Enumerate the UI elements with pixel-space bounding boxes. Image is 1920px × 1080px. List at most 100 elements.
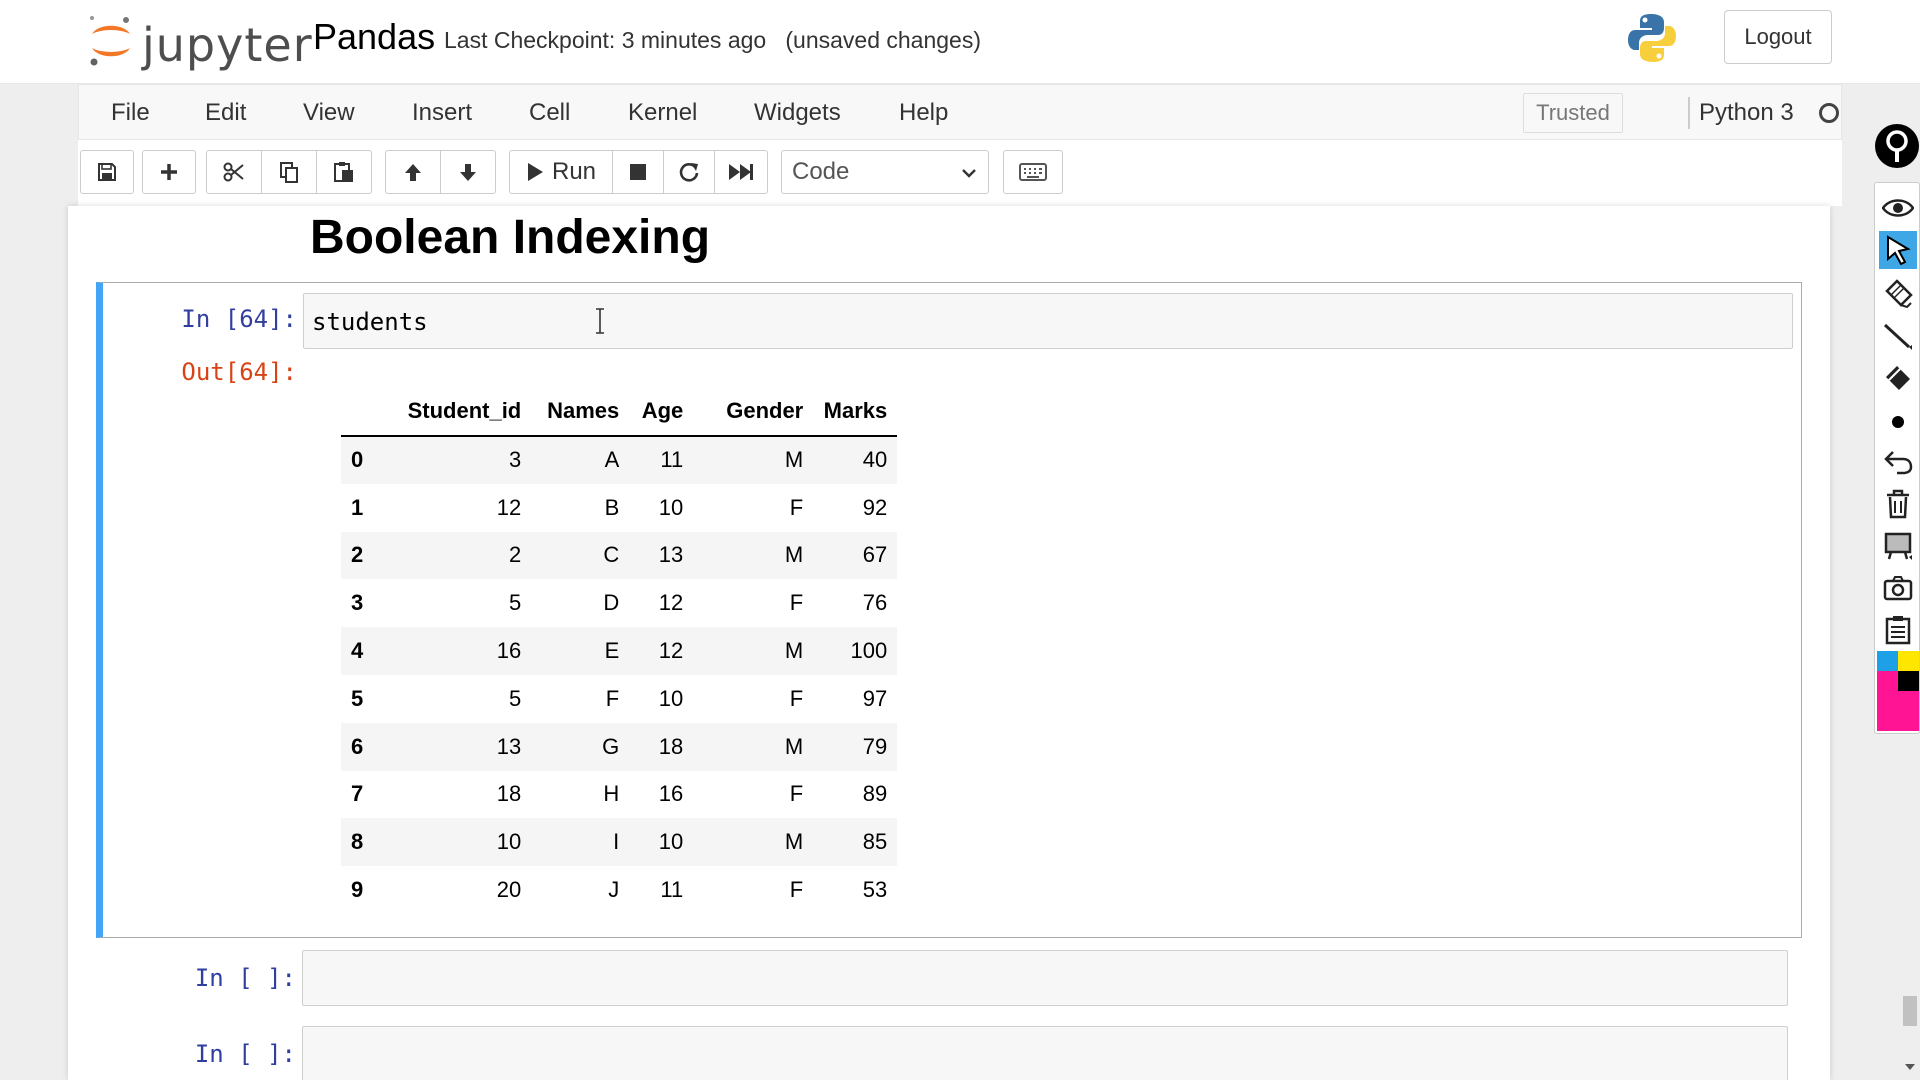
menu-insert[interactable]: Insert — [412, 99, 472, 127]
restart-kernel-button[interactable] — [663, 150, 715, 194]
code-input[interactable] — [302, 950, 1788, 1006]
row-index: 6 — [351, 733, 364, 759]
fast-forward-icon — [729, 164, 753, 180]
code-input[interactable]: students — [303, 293, 1793, 349]
copy-icon — [280, 162, 298, 183]
table-cell: 11 — [660, 877, 684, 903]
save-icon — [98, 163, 116, 181]
insert-cell-button[interactable] — [142, 150, 196, 194]
page-scrollbar[interactable] — [1900, 206, 1920, 1080]
menu-widgets[interactable]: Widgets — [754, 99, 841, 127]
checkpoint-status: Last Checkpoint: 3 minutes ago (unsaved … — [444, 27, 981, 54]
column-header: Marks — [813, 386, 898, 437]
column-header: Age — [629, 386, 694, 437]
code-text: students — [312, 308, 428, 336]
table-cell: C — [603, 542, 620, 568]
move-down-button[interactable] — [440, 150, 496, 194]
run-button[interactable]: Run — [509, 150, 613, 194]
copy-button[interactable] — [261, 150, 317, 194]
table-cell: A — [604, 447, 620, 473]
cell-type-select[interactable]: Code — [781, 150, 989, 194]
menubar: File Edit View Insert Cell Kernel Widget… — [78, 84, 1842, 140]
row-index: 7 — [351, 781, 364, 807]
table-cell: I — [613, 829, 620, 855]
cut-button[interactable] — [206, 150, 262, 194]
table-cell: 40 — [862, 447, 888, 473]
table-cell: F — [789, 877, 804, 903]
kernel-idle-indicator — [1819, 103, 1839, 123]
scroll-down-icon[interactable] — [1904, 1062, 1916, 1072]
marker-pin-icon — [1875, 124, 1919, 168]
row-index: 1 — [351, 494, 364, 520]
command-palette-button[interactable] — [1003, 150, 1063, 194]
table-row: 0 3 A 11 M 40 — [341, 436, 898, 484]
jupyter-logo-icon — [90, 16, 130, 66]
logout-button[interactable]: Logout — [1724, 10, 1832, 64]
table-cell: 11 — [660, 447, 684, 473]
notebook-name[interactable]: Pandas — [313, 16, 435, 58]
restart-icon — [679, 163, 699, 182]
table-cell: 2 — [509, 542, 522, 568]
save-button[interactable] — [80, 150, 134, 194]
scrollbar-thumb[interactable] — [1903, 996, 1917, 1026]
column-header: Names — [531, 386, 630, 437]
input-prompt: In [ ]: — [194, 964, 296, 992]
menu-help[interactable]: Help — [899, 99, 948, 127]
table-cell: 16 — [496, 638, 522, 664]
jupyter-logo[interactable]: jupyter — [86, 12, 312, 72]
kernel-separator — [1688, 97, 1690, 129]
dataframe-table: Student_id Names Age Gender Marks 0 3 A 11 M… — [341, 386, 898, 914]
table-cell: F — [789, 781, 804, 807]
header: jupyter Pandas Last Checkpoint: 3 minute… — [0, 0, 1920, 84]
table-cell: 12 — [658, 638, 684, 664]
row-index: 9 — [351, 877, 364, 903]
python-logo-icon — [1624, 10, 1680, 66]
input-prompt: In [ ]: — [194, 1040, 296, 1068]
scissors-icon — [223, 162, 244, 182]
table-cell: 76 — [862, 590, 888, 616]
table-cell: 10 — [658, 685, 684, 711]
table-cell: 5 — [509, 685, 522, 711]
table-cell: F — [789, 590, 804, 616]
restart-run-all-button[interactable] — [714, 150, 768, 194]
table-cell: 10 — [658, 829, 684, 855]
plus-icon — [161, 164, 177, 180]
stop-icon — [630, 164, 646, 180]
menu-cell[interactable]: Cell — [529, 99, 570, 127]
table-cell: F — [789, 685, 804, 711]
paste-button[interactable] — [316, 150, 372, 194]
table-cell: 97 — [862, 685, 888, 711]
menu-edit[interactable]: Edit — [205, 99, 246, 127]
table-row: 4 16 E 12 M 100 — [341, 627, 898, 675]
cell-type-value: Code — [792, 158, 850, 185]
table-cell: 13 — [496, 733, 522, 759]
interrupt-button[interactable] — [612, 150, 664, 194]
kernel-name[interactable]: Python 3 — [1699, 99, 1794, 127]
table-cell: M — [784, 638, 804, 664]
markdown-heading[interactable]: Boolean Indexing — [310, 210, 710, 265]
code-input[interactable] — [302, 1026, 1788, 1080]
table-cell: J — [608, 877, 620, 903]
table-cell: 12 — [658, 590, 684, 616]
toolbar: Run Code — [78, 140, 1842, 206]
menu-file[interactable]: File — [111, 99, 150, 127]
move-up-button[interactable] — [385, 150, 441, 194]
trusted-indicator[interactable]: Trusted — [1523, 93, 1623, 133]
code-cell-empty[interactable]: In [ ]: — [96, 950, 1802, 1010]
menu-view[interactable]: View — [303, 99, 355, 127]
code-cell-selected[interactable]: In [64]: students Out[64]: Student_id Na… — [96, 282, 1802, 938]
annotation-toggle[interactable] — [1874, 120, 1920, 172]
table-cell: 53 — [862, 877, 888, 903]
table-cell: 10 — [496, 829, 522, 855]
row-index: 5 — [351, 685, 364, 711]
table-row: 2 2 C 13 M 67 — [341, 531, 898, 580]
table-cell: M — [784, 733, 804, 759]
code-cell-empty[interactable]: In [ ]: — [96, 1026, 1802, 1080]
row-index: 4 — [351, 638, 364, 664]
table-row: 8 10 I 10 M 85 — [341, 818, 898, 867]
menu-kernel[interactable]: Kernel — [628, 99, 697, 127]
table-cell: D — [603, 590, 620, 616]
index-header — [341, 386, 394, 437]
column-header: Student_id — [393, 386, 532, 437]
table-cell: 92 — [862, 494, 888, 520]
